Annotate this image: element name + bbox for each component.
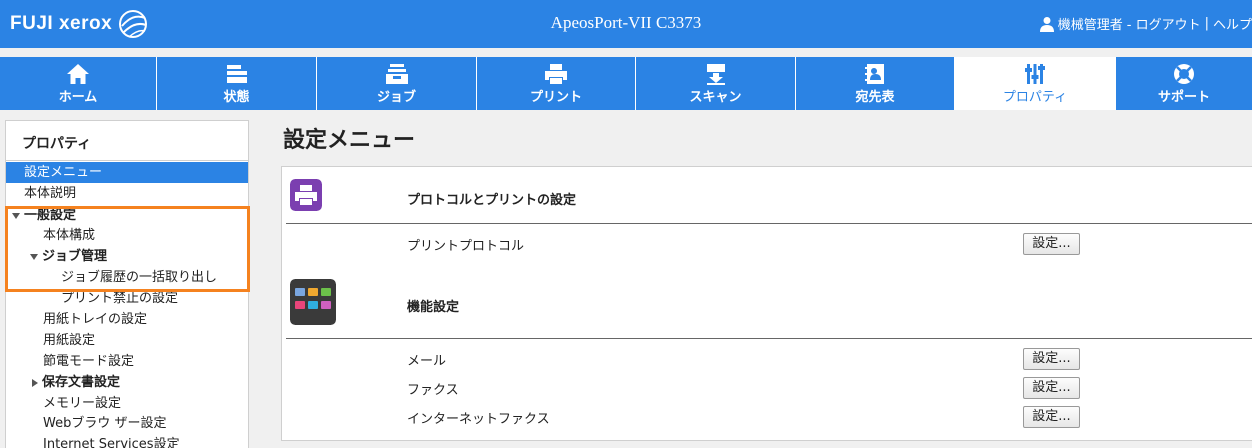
print-icon (545, 63, 567, 84)
sidebar-item-paper-tray-settings[interactable]: 用紙トレイの設定 (6, 309, 147, 330)
logout-link[interactable]: - ログアウト (1127, 14, 1201, 33)
tab-properties[interactable]: プロパティ (955, 57, 1116, 110)
sidebar-item-label: Internet Services設定 (43, 437, 180, 448)
expanded-arrow-icon (30, 253, 38, 260)
tab-status[interactable]: 状態 (157, 57, 317, 110)
user-area: 機械管理者 - ログアウト | ヘルプ (1039, 14, 1252, 33)
tab-label: 状態 (223, 89, 250, 105)
section-divider (286, 223, 1252, 224)
row-label: プリントプロトコル (407, 239, 525, 254)
sidebar-item-paper-settings[interactable]: 用紙設定 (6, 330, 95, 351)
section-divider (286, 338, 1252, 339)
page-title: 設定メニュー (283, 128, 416, 153)
tab-scan[interactable]: スキャン (636, 57, 796, 110)
help-link[interactable]: ヘルプ (1213, 14, 1252, 33)
settings-panel: プロトコルとプリントの設定 プリントプロトコル 設定... 機能設定 メール 設… (281, 166, 1252, 441)
internet-fax-settings-button[interactable]: 設定... (1023, 406, 1080, 428)
sidebar-item-job-history-export[interactable]: ジョブ履歴の一括取り出し (6, 267, 217, 288)
sidebar-item-device-configuration[interactable]: 本体構成 (6, 225, 95, 246)
expanded-arrow-icon (12, 212, 20, 219)
properties-icon (1025, 63, 1045, 84)
sidebar-item-label: 節電モード設定 (43, 354, 135, 369)
sidebar-item-label: 本体説明 (24, 186, 77, 201)
support-icon (1174, 63, 1194, 84)
printer-settings-icon (290, 179, 322, 211)
sidebar-item-label: 一般設定 (24, 208, 77, 223)
collapsed-arrow-icon (32, 378, 38, 387)
sidebar-item-device-description[interactable]: 本体説明 (6, 183, 76, 204)
section-title: 機能設定 (407, 300, 460, 315)
tab-label: プロパティ (1002, 89, 1068, 105)
fax-settings-button[interactable]: 設定... (1023, 377, 1080, 399)
sidebar-item-label: 本体構成 (43, 228, 96, 243)
row-label: インターネットファクス (407, 412, 550, 427)
sidebar-item-print-prohibition[interactable]: プリント禁止の設定 (6, 288, 178, 309)
tab-home[interactable]: ホーム (0, 57, 157, 110)
email-settings-button[interactable]: 設定... (1023, 348, 1080, 370)
row-label: ファクス (407, 383, 459, 398)
scan-icon (706, 63, 725, 85)
tab-label: スキャン (689, 89, 742, 105)
sidebar-item-label: メモリー設定 (43, 396, 122, 411)
tab-address-book[interactable]: 宛先表 (796, 57, 955, 110)
sidebar-item-label: 用紙トレイの設定 (43, 312, 148, 327)
tab-label: ジョブ (376, 89, 416, 105)
sidebar-item-web-browser-settings[interactable]: Webブラウ ザー設定 (6, 413, 166, 434)
job-icon (385, 63, 408, 84)
sidebar-item-label: ジョブ履歴の一括取り出し (61, 270, 218, 285)
user-icon (1039, 16, 1054, 32)
sidebar-item-job-management[interactable]: ジョブ管理 (6, 246, 107, 267)
row-label: メール (407, 354, 447, 369)
sidebar: プロパティ 設定メニュー 本体説明 一般設定 本体構成 ジョブ管理 ジョブ履歴の… (5, 120, 249, 448)
sidebar-item-label: Webブラウ ザー設定 (43, 416, 167, 431)
address-book-icon (865, 63, 884, 84)
sidebar-item-memory-settings[interactable]: メモリー設定 (6, 393, 121, 414)
top-header: FUJI xerox ApeosPort-VII C3373 機械管理者 - ロ… (0, 0, 1252, 48)
sidebar-item-label: 保存文書設定 (42, 375, 121, 390)
sidebar-item-label: ジョブ管理 (42, 249, 108, 264)
sidebar-item-label: 設定メニュー (24, 165, 103, 180)
sidebar-item-internet-services[interactable]: Internet Services設定 (6, 434, 180, 448)
status-icon (226, 64, 247, 83)
tab-label: プリント (529, 89, 582, 105)
sidebar-item-power-saver[interactable]: 節電モード設定 (6, 351, 134, 372)
sidebar-item-settings-menu[interactable]: 設定メニュー (6, 162, 248, 183)
sidebar-title: プロパティ (6, 121, 248, 161)
sidebar-item-general-settings[interactable]: 一般設定 (6, 205, 76, 226)
tab-job[interactable]: ジョブ (317, 57, 477, 110)
tab-label: ホーム (58, 89, 98, 105)
tab-label: 宛先表 (855, 89, 895, 105)
tab-label: サポート (1157, 89, 1210, 105)
print-protocol-settings-button[interactable]: 設定... (1023, 233, 1080, 255)
tab-print[interactable]: プリント (477, 57, 636, 110)
header-separator: | (1204, 16, 1209, 31)
home-icon (67, 63, 89, 84)
sidebar-item-label: 用紙設定 (43, 333, 96, 348)
sidebar-item-label: プリント禁止の設定 (61, 291, 179, 306)
section-title: プロトコルとプリントの設定 (407, 193, 577, 208)
user-name: 機械管理者 (1057, 18, 1123, 33)
sidebar-item-stored-documents[interactable]: 保存文書設定 (6, 372, 120, 393)
tab-support[interactable]: サポート (1116, 57, 1252, 110)
main-tabs: ホーム 状態 ジョブ プリント スキャン 宛先表 プロパティ サポート (0, 57, 1252, 110)
function-settings-icon (290, 279, 336, 325)
